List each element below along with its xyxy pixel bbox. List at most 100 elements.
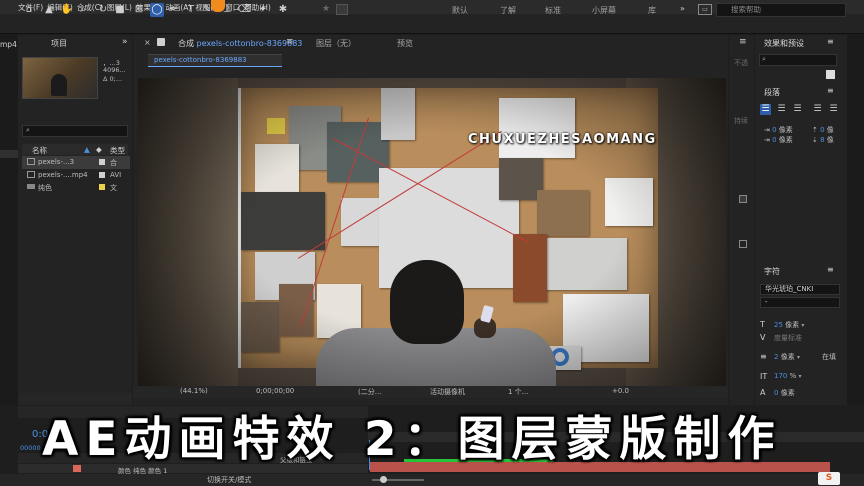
project-meta-line: 4096... (103, 66, 126, 74)
vertical-scale-icon: IT (760, 372, 768, 381)
exposure-value[interactable]: +0.0 (612, 387, 629, 395)
workspace-standard[interactable]: 标准 (545, 5, 561, 16)
workspace-overflow-icon[interactable]: » (680, 4, 685, 13)
column-name[interactable]: 名称 (32, 145, 47, 156)
label-color-swatch[interactable] (99, 172, 105, 178)
vertical-scale-field[interactable]: 170 % ▾ (774, 372, 802, 380)
project-item-type: 文 (110, 184, 117, 192)
panel-menu-icon[interactable]: ≡ (827, 265, 834, 274)
indent-first-value: 0 (772, 136, 777, 144)
zoom-tool-icon[interactable]: ⌕ (76, 3, 90, 17)
align-right-icon[interactable]: ☰ (792, 104, 803, 115)
stroke-mode-select[interactable]: 在填 (822, 352, 836, 362)
composition-icon (27, 158, 35, 165)
project-item[interactable]: pexels-...3 合 (22, 156, 130, 169)
font-family-select[interactable]: 华光琥珀_CNKI (760, 284, 840, 295)
home-icon[interactable]: ⌂ (22, 3, 36, 17)
paragraph-title[interactable]: 段落 (764, 87, 780, 98)
panel-menu-icon[interactable]: ≡ (739, 37, 747, 47)
baseline-shift-field[interactable]: 0 像素 (774, 388, 795, 398)
space-before[interactable]: ⇡ 0 像 (812, 125, 834, 135)
indent-first[interactable]: ⇥ 0 像素 (764, 135, 793, 145)
effects-search-input[interactable] (759, 54, 837, 66)
clone-stamp-tool-icon[interactable]: ⊥ (220, 3, 234, 17)
font-style-select[interactable]: - (760, 297, 840, 308)
leading-icon: V (760, 333, 766, 342)
resolution-select[interactable]: (二分... (358, 387, 381, 397)
leading-field[interactable]: 度量标准 (774, 333, 802, 343)
selection-tool-icon[interactable]: ▲ (42, 3, 56, 17)
composition-viewer[interactable] (138, 78, 726, 386)
roto-brush-tool-icon[interactable]: ✦ (256, 3, 270, 17)
sort-icon[interactable]: ▲ (84, 145, 90, 154)
label-color-swatch[interactable] (99, 184, 105, 190)
composition-subtab[interactable]: pexels-cottonbro-8369883 (148, 54, 282, 66)
rotate-tool-icon[interactable]: ↻ (96, 3, 110, 17)
vertical-scale-value: 170 (774, 372, 788, 380)
workspace-library[interactable]: 库 (648, 5, 656, 16)
type-tool-icon[interactable]: T (184, 3, 198, 17)
checkbox[interactable] (739, 195, 747, 203)
stroke-width-field[interactable]: 2 像素 ▾ (774, 352, 800, 362)
checkbox[interactable] (739, 240, 747, 248)
ellipse-tool-icon[interactable]: ◯ (150, 3, 164, 17)
toggle-switches-modes[interactable]: 切换开关/模式 (207, 475, 251, 485)
site-logo: S (818, 472, 840, 485)
justify-all-icon[interactable]: ☰ (828, 104, 839, 115)
panel-menu-icon[interactable]: ≡ (827, 37, 834, 46)
layer-tab[interactable]: 图层（无） (316, 38, 356, 49)
video-caption: AE动画特效 2：图层蒙版制作 (42, 412, 782, 467)
project-tab[interactable]: 项目 (51, 38, 67, 52)
label-color-swatch[interactable] (99, 159, 105, 165)
search-icon: ⌕ (762, 55, 766, 63)
close-icon[interactable]: × (144, 38, 151, 47)
project-item-type: AVI (110, 171, 122, 179)
workspace-small-screen[interactable]: 小屏幕 (592, 5, 616, 16)
panel-expand-icon[interactable]: » (122, 37, 128, 51)
help-panel-icon[interactable]: ▭ (698, 4, 712, 15)
workspace-default[interactable]: 默认 (452, 5, 468, 16)
help-search-input[interactable]: 搜索帮助 (716, 3, 846, 17)
star-icon[interactable]: ★ (322, 4, 330, 14)
workspace-toggle[interactable] (336, 4, 348, 15)
align-left-icon[interactable]: ☰ (760, 104, 771, 115)
info-panel (729, 35, 754, 405)
brush-tool-icon[interactable]: ✎ (200, 3, 214, 17)
justify-icon[interactable]: ☰ (812, 104, 823, 115)
column-type[interactable]: 类型 (110, 145, 125, 156)
left-dock-edge (0, 35, 18, 405)
font-size-icon: T (760, 320, 765, 329)
stroke-icon: ≡ (760, 352, 767, 361)
camera-select[interactable]: 活动摄像机 (430, 387, 465, 397)
preview-tab[interactable]: 预览 (397, 38, 413, 49)
info-label: 持续 (734, 117, 748, 125)
lock-icon[interactable] (157, 38, 165, 46)
effects-presets-title[interactable]: 效果和预设 (764, 38, 804, 49)
current-time[interactable]: 0;00;00;00 (256, 387, 294, 395)
hand-tool-icon[interactable]: ✋ (60, 3, 74, 17)
camera-tool-icon[interactable]: ■ (113, 3, 127, 17)
view-layout-select[interactable]: 1 个... (508, 387, 528, 397)
zoom-level[interactable]: (44.1%) (180, 387, 208, 395)
new-preset-icon[interactable] (826, 70, 835, 79)
project-search-input[interactable] (22, 125, 128, 137)
pan-behind-tool-icon[interactable]: ⊞ (132, 3, 146, 17)
timeline-zoom-knob[interactable] (380, 476, 387, 483)
pen-tool-icon[interactable]: ✒ (166, 3, 180, 17)
tag-icon[interactable]: ◆ (96, 145, 102, 154)
align-center-icon[interactable]: ☰ (776, 104, 787, 115)
workspace-learn[interactable]: 了解 (500, 5, 516, 16)
project-item[interactable]: 纯色 文 (22, 181, 130, 194)
space-after[interactable]: ⇣ 8 像 (812, 135, 834, 145)
puppet-pin-tool-icon[interactable]: ✱ (276, 3, 290, 17)
indent-left[interactable]: ⇥ 0 像素 (764, 125, 793, 135)
composition-tab[interactable]: 合成 pexels-cottonbro-8369883 (178, 38, 302, 49)
active-tab-underline (148, 66, 282, 67)
panel-menu-icon[interactable]: ≡ (827, 86, 834, 95)
character-title[interactable]: 字符 (764, 266, 780, 277)
baseline-shift-icon: A (760, 388, 766, 397)
panel-menu-icon[interactable]: ≡ (286, 37, 294, 47)
font-size-field[interactable]: 25 像素 ▾ (774, 320, 804, 330)
eraser-tool-icon[interactable]: ⌫ (237, 3, 251, 17)
vertical-scale-unit: % (789, 372, 797, 380)
